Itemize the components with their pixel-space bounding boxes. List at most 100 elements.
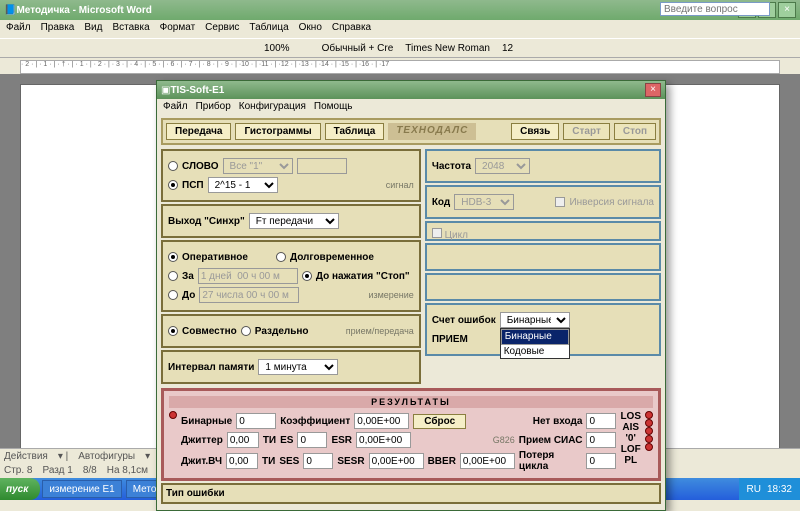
radio-za[interactable]	[168, 271, 178, 281]
lbl-koef: Коэффициент	[280, 416, 350, 427]
lbl-chast: Частота	[432, 161, 471, 172]
inp-binar[interactable]	[236, 413, 276, 429]
radio-dolg[interactable]	[276, 252, 286, 262]
sel-slovo[interactable]: Все "1"	[223, 158, 293, 174]
lbl-razd: Раздельно	[255, 326, 309, 337]
inp-bber[interactable]	[460, 453, 515, 469]
lbl-sesr: SESR	[337, 456, 364, 467]
tab-gisto[interactable]: Гистограммы	[235, 123, 320, 140]
inp-dzhit[interactable]	[227, 432, 259, 448]
dd-item-kod[interactable]: Кодовые	[501, 345, 569, 358]
dropdown-list: Бинарные Кодовые	[500, 328, 570, 359]
lbl-vyhod: Выход "Синхр"	[168, 216, 245, 227]
chk-inv[interactable]	[555, 197, 565, 207]
lbl-es: ES	[280, 435, 293, 446]
inp-es[interactable]	[297, 432, 327, 448]
menu-insert[interactable]: Вставка	[112, 22, 149, 36]
chk-cikl[interactable]	[432, 228, 442, 238]
lbl-izm: измерение	[368, 290, 413, 300]
dlg-menu-config[interactable]: Конфигурация	[239, 101, 306, 112]
help-question-input[interactable]	[660, 2, 770, 16]
led-col: LOS AIS '0' LOF PL	[620, 411, 641, 473]
panel-vyhod: Выход "Синхр" Fт передачи	[161, 204, 421, 238]
font-field[interactable]: Times New Roman	[405, 43, 490, 54]
inp-ses[interactable]	[303, 453, 333, 469]
lbl-za: За	[182, 271, 194, 282]
radio-psp[interactable]	[168, 180, 178, 190]
sel-vyhod[interactable]: Fт передачи	[249, 213, 339, 229]
task-e1[interactable]: измерение E1	[42, 480, 121, 498]
radio-do[interactable]	[168, 290, 178, 300]
menu-table[interactable]: Таблица	[249, 22, 288, 36]
fontsize-field[interactable]: 12	[502, 43, 513, 54]
close-button[interactable]: ×	[778, 2, 796, 18]
radio-oper[interactable]	[168, 252, 178, 262]
menu-view[interactable]: Вид	[84, 22, 102, 36]
panel-slovo-psp: СЛОВО Все "1" ПСП 2^15 - 1 сигнал	[161, 149, 421, 202]
inp-koef[interactable]	[354, 413, 409, 429]
tab-techno: ТЕХНОДАЛС	[388, 123, 476, 140]
panel-empty1	[425, 243, 661, 271]
inp-dzhvch[interactable]	[226, 453, 258, 469]
dlg-menu-device[interactable]: Прибор	[196, 101, 231, 112]
led-lof: LOF	[621, 444, 641, 455]
menu-format[interactable]: Формат	[160, 22, 196, 36]
lbl-dzhit: Джиттер	[181, 435, 223, 446]
start-label: пуск	[6, 484, 28, 495]
menu-file[interactable]: Файл	[6, 22, 31, 36]
inp-net[interactable]	[586, 413, 616, 429]
word-menubar: Файл Правка Вид Вставка Формат Сервис Та…	[0, 20, 800, 38]
tab-peredacha[interactable]: Передача	[166, 123, 231, 140]
btn-sbros[interactable]: Сброс	[413, 414, 466, 429]
led-pl: PL	[624, 455, 637, 466]
dlg-title-text: TIS-Soft-E1	[170, 85, 645, 96]
inp-sesr[interactable]	[369, 453, 424, 469]
inp-do[interactable]	[199, 287, 299, 303]
sel-kod[interactable]: HDB-3	[454, 194, 514, 210]
menu-tools[interactable]: Сервис	[205, 22, 239, 36]
tab-start[interactable]: Старт	[563, 123, 610, 140]
inp-za[interactable]	[198, 268, 298, 284]
inp-cias[interactable]	[586, 432, 616, 448]
sel-psp[interactable]: 2^15 - 1	[208, 177, 278, 193]
actions-label[interactable]: Действия	[4, 451, 48, 462]
lbl-donazh: До нажатия "Стоп"	[316, 271, 410, 282]
dlg-close-button[interactable]: ×	[645, 83, 661, 97]
lbl-psp: ПСП	[182, 180, 204, 191]
lbl-ti2: ТИ	[262, 456, 275, 467]
style-field[interactable]: Обычный + Cre	[322, 43, 394, 54]
start-button[interactable]: пуск	[0, 478, 40, 500]
sel-schet[interactable]: Бинарные	[500, 312, 570, 328]
lbl-signal: сигнал	[386, 180, 414, 190]
sel-chast[interactable]: 2048	[475, 158, 530, 174]
menu-window[interactable]: Окно	[299, 22, 322, 36]
lbl-pot: Потеря цикла	[519, 450, 583, 472]
radio-slovo[interactable]	[168, 161, 178, 171]
tab-stop[interactable]: Стоп	[614, 123, 656, 140]
dlg-menu-file[interactable]: Файл	[163, 101, 188, 112]
lbl-inv: Инверсия сигнала	[569, 197, 654, 208]
menu-help[interactable]: Справка	[332, 22, 371, 36]
inp-slovo[interactable]	[297, 158, 347, 174]
menu-edit[interactable]: Правка	[41, 22, 75, 36]
dlg-icon: ▣	[161, 85, 170, 96]
led-ais: AIS	[622, 422, 639, 433]
lbl-esr: ESR	[331, 435, 352, 446]
radio-razd[interactable]	[241, 326, 251, 336]
sb-sect: Разд 1	[42, 465, 72, 476]
dd-item-binar[interactable]: Бинарные	[501, 329, 569, 345]
dlg-menu-help[interactable]: Помощь	[314, 101, 353, 112]
sel-intmem[interactable]: 1 минута	[258, 359, 338, 375]
autofig-label[interactable]: Автофигуры	[78, 451, 135, 462]
radio-sovm[interactable]	[168, 326, 178, 336]
inp-pot[interactable]	[586, 453, 616, 469]
lbl-priem: ПРИЕМ	[432, 334, 468, 345]
radio-donazh[interactable]	[302, 271, 312, 281]
inp-esr[interactable]	[356, 432, 411, 448]
lang-indicator[interactable]: RU	[747, 484, 761, 495]
zoom-field[interactable]: 100%	[264, 43, 290, 54]
tab-tabl[interactable]: Таблица	[325, 123, 385, 140]
tab-svyaz[interactable]: Связь	[511, 123, 559, 140]
panel-tipo: Тип ошибки	[161, 483, 661, 504]
panel-sovm: Совместно Раздельно прием/передача	[161, 314, 421, 348]
